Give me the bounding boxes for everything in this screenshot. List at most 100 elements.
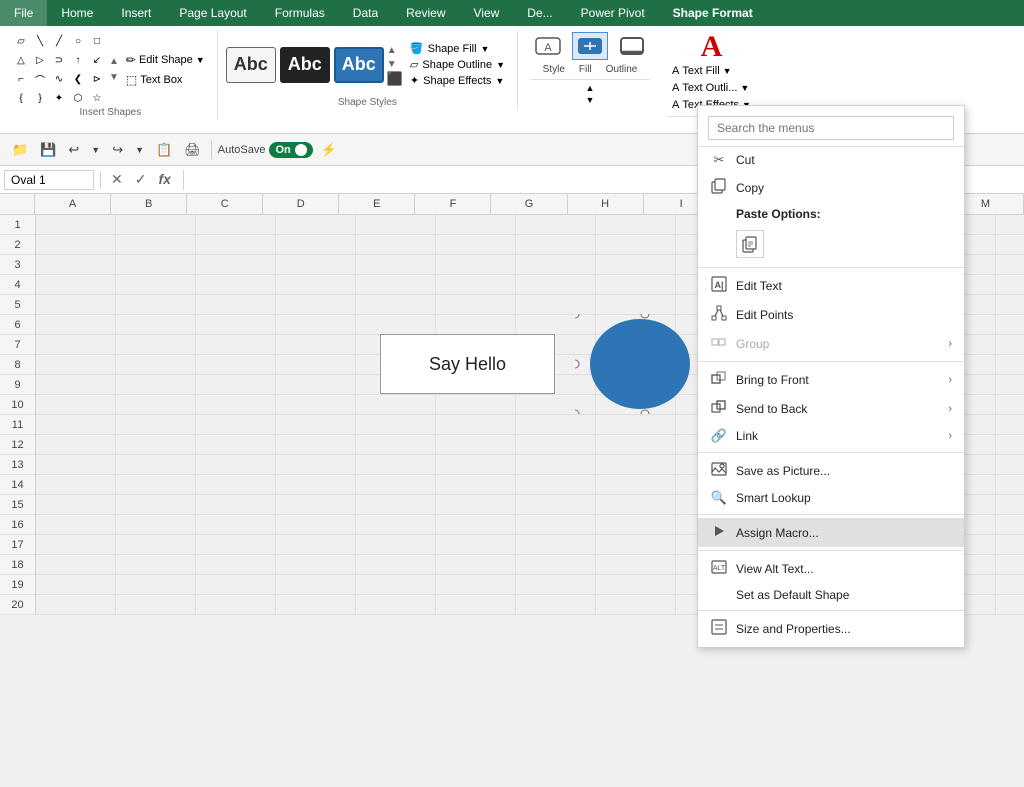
cell-19-2[interactable] [196, 575, 276, 595]
cell-8-3[interactable] [276, 355, 356, 375]
cell-10-1[interactable] [116, 395, 196, 415]
sfo-scroll-up[interactable]: ▲ [530, 83, 650, 93]
cell-14-12[interactable] [996, 475, 1024, 495]
shape-icon-18[interactable]: ✦ [50, 89, 68, 107]
cell-18-2[interactable] [196, 555, 276, 575]
row-num-10[interactable]: 10 [0, 395, 35, 415]
cell-18-0[interactable] [36, 555, 116, 575]
shape-icon-12[interactable]: ⌒ [31, 70, 49, 88]
tab-review[interactable]: Review [392, 0, 459, 26]
cell-15-5[interactable] [436, 495, 516, 515]
cell-17-4[interactable] [356, 535, 436, 555]
col-header-d[interactable]: D [263, 194, 339, 214]
qat-folder-button[interactable]: 📁 [8, 140, 32, 160]
cell-11-1[interactable] [116, 415, 196, 435]
cell-3-4[interactable] [356, 255, 436, 275]
row-num-13[interactable]: 13 [0, 455, 35, 475]
col-header-g[interactable]: G [491, 194, 567, 214]
cell-20-12[interactable] [996, 595, 1024, 615]
qat-redo-button[interactable]: ↪ [108, 140, 127, 160]
cell-9-0[interactable] [36, 375, 116, 395]
cell-5-6[interactable] [516, 295, 596, 315]
shape-icon-5[interactable]: □ [88, 32, 106, 50]
cell-14-1[interactable] [116, 475, 196, 495]
cell-10-12[interactable] [996, 395, 1024, 415]
style-sample-2[interactable]: Abc [280, 47, 330, 83]
cell-18-12[interactable] [996, 555, 1024, 575]
cell-18-6[interactable] [516, 555, 596, 575]
cell-18-1[interactable] [116, 555, 196, 575]
cell-12-5[interactable] [436, 435, 516, 455]
shape-icon-2[interactable]: ╲ [31, 32, 49, 50]
text-box-button[interactable]: ⬚ Text Box [122, 71, 209, 89]
style-sample-3[interactable]: Abc [334, 47, 384, 83]
shape-icon-14[interactable]: ❮ [69, 70, 87, 88]
fill-icon-btn[interactable] [572, 32, 608, 60]
cell-12-0[interactable] [36, 435, 116, 455]
cell-20-0[interactable] [36, 595, 116, 615]
cell-15-7[interactable] [596, 495, 676, 515]
context-menu-bring-to-front[interactable]: Bring to Front › [698, 365, 964, 394]
tab-data[interactable]: Data [339, 0, 392, 26]
context-menu-search-input[interactable] [708, 116, 954, 140]
cell-18-7[interactable] [596, 555, 676, 575]
style-sample-1[interactable]: Abc [226, 47, 276, 83]
cell-17-5[interactable] [436, 535, 516, 555]
cell-14-2[interactable] [196, 475, 276, 495]
col-header-e[interactable]: E [339, 194, 415, 214]
cell-17-1[interactable] [116, 535, 196, 555]
cell-15-2[interactable] [196, 495, 276, 515]
context-menu-edit-text[interactable]: A| Edit Text [698, 271, 964, 300]
style-scroll-expand[interactable]: ⬛ [387, 72, 403, 86]
tab-view[interactable]: View [460, 0, 514, 26]
cell-11-5[interactable] [436, 415, 516, 435]
cell-7-0[interactable] [36, 335, 116, 355]
shapes-scroll-up[interactable]: ▲ [109, 55, 119, 69]
context-menu-edit-points[interactable]: Edit Points [698, 300, 964, 329]
cell-12-6[interactable] [516, 435, 596, 455]
cell-19-3[interactable] [276, 575, 356, 595]
cell-11-7[interactable] [596, 415, 676, 435]
shape-icon-7[interactable]: ▷ [31, 51, 49, 69]
cell-2-4[interactable] [356, 235, 436, 255]
cell-20-2[interactable] [196, 595, 276, 615]
cell-4-5[interactable] [436, 275, 516, 295]
cell-1-3[interactable] [276, 215, 356, 235]
cell-9-2[interactable] [196, 375, 276, 395]
cell-1-7[interactable] [596, 215, 676, 235]
cell-5-3[interactable] [276, 295, 356, 315]
cell-19-1[interactable] [116, 575, 196, 595]
shape-icon-16[interactable]: { [12, 89, 30, 107]
style-scroll-up[interactable]: ▲ [387, 44, 403, 58]
cell-9-12[interactable] [996, 375, 1024, 395]
cell-17-0[interactable] [36, 535, 116, 555]
cell-12-7[interactable] [596, 435, 676, 455]
cell-9-3[interactable] [276, 375, 356, 395]
cell-15-0[interactable] [36, 495, 116, 515]
cell-6-3[interactable] [276, 315, 356, 335]
shape-icon-10[interactable]: ↙ [88, 51, 106, 69]
context-menu-link[interactable]: 🔗 Link › [698, 423, 964, 449]
row-num-9[interactable]: 9 [0, 375, 35, 395]
col-header-h[interactable]: H [568, 194, 644, 214]
row-num-16[interactable]: 16 [0, 515, 35, 535]
tab-home[interactable]: Home [47, 0, 107, 26]
row-num-14[interactable]: 14 [0, 475, 35, 495]
cell-17-3[interactable] [276, 535, 356, 555]
cell-7-2[interactable] [196, 335, 276, 355]
formula-cancel-button[interactable]: ✕ [107, 170, 127, 189]
cell-15-12[interactable] [996, 495, 1024, 515]
cell-10-4[interactable] [356, 395, 436, 415]
cell-15-6[interactable] [516, 495, 596, 515]
cell-1-12[interactable] [996, 215, 1024, 235]
cell-13-12[interactable] [996, 455, 1024, 475]
oval-shape[interactable] [575, 314, 715, 417]
cell-3-0[interactable] [36, 255, 116, 275]
cell-18-4[interactable] [356, 555, 436, 575]
cell-17-7[interactable] [596, 535, 676, 555]
cell-12-4[interactable] [356, 435, 436, 455]
cell-3-1[interactable] [116, 255, 196, 275]
shape-icon-9[interactable]: ↑ [69, 51, 87, 69]
cell-4-4[interactable] [356, 275, 436, 295]
cell-2-5[interactable] [436, 235, 516, 255]
